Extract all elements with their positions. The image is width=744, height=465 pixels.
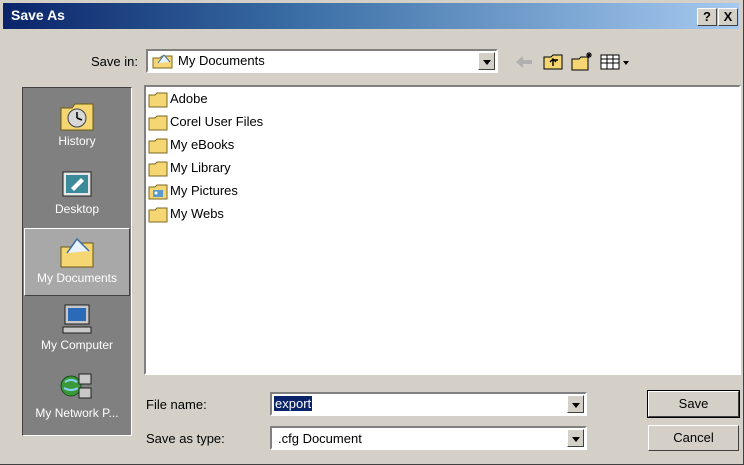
my-documents-icon	[60, 237, 94, 268]
file-name: My Pictures	[170, 183, 238, 198]
save-in-dropdown[interactable]: My Documents	[146, 49, 498, 73]
new-folder-icon[interactable]	[570, 51, 594, 73]
file-name-value: export	[274, 396, 313, 411]
list-item[interactable]: Corel User Files	[148, 112, 263, 132]
file-name-field[interactable]: export	[270, 392, 587, 416]
folder-icon	[148, 161, 168, 177]
save-as-dialog: Save As ? X Save in: My Documents Histor…	[0, 0, 744, 465]
back-arrow-icon[interactable]	[512, 51, 536, 73]
file-name: Adobe	[170, 91, 208, 106]
folder-icon	[148, 138, 168, 154]
file-name-label: File name:	[146, 397, 207, 412]
list-item[interactable]: My Pictures	[148, 181, 238, 201]
list-item[interactable]: My Library	[148, 158, 231, 178]
save-as-type-label: Save as type:	[146, 431, 225, 446]
place-label: My Network P...	[35, 406, 119, 420]
window-title: Save As	[11, 7, 65, 23]
list-item[interactable]: My eBooks	[148, 135, 234, 155]
file-name: My Library	[170, 160, 231, 175]
file-list[interactable]: Adobe Corel User Files My eBooks My Libr…	[144, 85, 741, 375]
place-history[interactable]: History	[24, 92, 130, 160]
my-documents-small-icon	[152, 54, 173, 69]
up-folder-icon[interactable]	[542, 51, 566, 73]
chevron-down-icon[interactable]	[478, 52, 495, 70]
folder-icon	[148, 207, 168, 223]
place-label: History	[58, 134, 96, 148]
folder-icon	[148, 115, 168, 131]
save-in-value: My Documents	[178, 53, 265, 68]
place-my-computer[interactable]: My Computer	[24, 296, 130, 364]
file-name: Corel User Files	[170, 114, 264, 129]
save-in-label: Save in:	[91, 54, 138, 69]
help-button[interactable]: ?	[697, 8, 717, 26]
cancel-button[interactable]: Cancel	[648, 425, 739, 451]
pictures-folder-icon	[148, 184, 168, 200]
file-name: My eBooks	[170, 137, 235, 152]
place-label: My Computer	[40, 338, 114, 352]
file-name: My Webs	[170, 206, 224, 221]
list-item[interactable]: My Webs	[148, 204, 224, 224]
chevron-down-icon[interactable]	[567, 429, 584, 447]
desktop-icon	[62, 171, 92, 197]
close-button[interactable]: X	[718, 8, 738, 26]
place-desktop[interactable]: Desktop	[24, 160, 130, 228]
save-as-type-dropdown[interactable]: .cfg Document	[270, 426, 587, 450]
chevron-down-icon[interactable]	[567, 395, 584, 413]
network-places-icon	[60, 373, 92, 399]
place-label: My Documents	[36, 271, 118, 285]
views-menu-icon[interactable]	[598, 51, 638, 73]
place-my-documents[interactable]: My Documents	[24, 228, 130, 296]
save-as-type-value: .cfg Document	[278, 431, 362, 446]
list-item[interactable]: Adobe	[148, 89, 208, 109]
my-computer-icon	[62, 304, 92, 334]
history-icon	[60, 103, 94, 131]
place-network[interactable]: My Network P...	[24, 364, 130, 432]
places-bar: History Desktop My Documents My Computer…	[22, 87, 132, 436]
folder-icon	[148, 92, 168, 108]
place-label: Desktop	[54, 202, 100, 216]
save-button[interactable]: Save	[647, 390, 740, 418]
title-bar[interactable]: Save As ? X	[3, 3, 739, 29]
